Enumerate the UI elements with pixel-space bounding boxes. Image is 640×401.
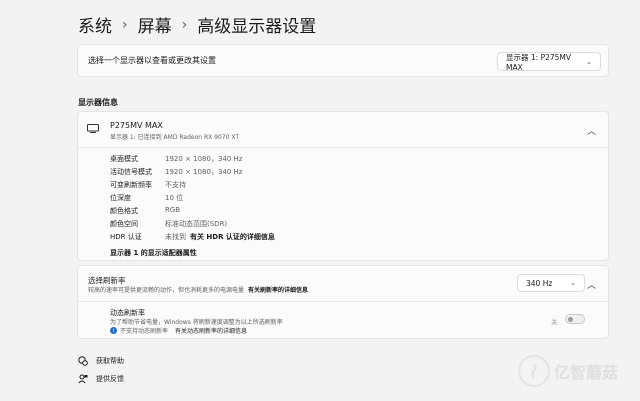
info-key: 桌面模式 <box>110 155 138 163</box>
info-key: 位深度 <box>110 194 131 202</box>
refresh-rate-header: 选择刷新率 较高的速率可提供更流畅的动作，但也消耗更多的电源电量 有关刷新率的详… <box>78 266 608 302</box>
toggle-knob <box>568 317 573 322</box>
give-feedback-link[interactable]: 提供反馈 <box>78 374 124 384</box>
display-select-dropdown[interactable]: 显示器 1: P275MV MAX ⌄ <box>497 52 601 72</box>
info-row-color-format: 颜色格式 RGB <box>110 206 180 216</box>
breadcrumb: 系统 › 屏幕 › 高级显示器设置 <box>78 12 317 38</box>
refresh-rate-dropdown[interactable]: 340 Hz ⌄ <box>517 274 585 292</box>
info-key: 可变刷新频率 <box>110 181 152 189</box>
info-value: RGB <box>165 206 181 214</box>
dynamic-refresh-warning-text: 不支持动态刷新率 <box>120 328 169 335</box>
dynamic-refresh-description: 为了帮助节省电量，Windows 将刷新速度调整为以上所选刷新率 <box>110 319 283 326</box>
info-row-variable-refresh: 可变刷新频率 不支持 <box>110 180 186 190</box>
display-info-header[interactable]: P275MV MAX 显示器 1: 已连接到 AMD Radeon RX 907… <box>78 112 608 148</box>
info-icon: i <box>110 327 117 334</box>
info-row-color-space: 颜色空间 标准动态范围(SDR) <box>110 219 227 229</box>
display-select-label: 选择一个显示器以查看或更改其设置 <box>88 56 216 65</box>
info-key: 颜色格式 <box>110 207 138 215</box>
watermark-logo-icon <box>518 355 550 387</box>
chevron-up-icon[interactable]: ︿ <box>587 278 596 291</box>
display-name: P275MV MAX <box>110 121 163 130</box>
section-title: 显示器信息 <box>78 98 118 107</box>
watermark-text: 亿智蘑菇 <box>554 363 619 382</box>
info-row-desktop-mode: 桌面模式 1920 × 1080，340 Hz <box>110 154 242 164</box>
chevron-down-icon: ⌄ <box>570 279 576 287</box>
feedback-icon <box>78 374 88 384</box>
info-row-bit-depth: 位深度 10 位 <box>110 193 183 203</box>
info-value: 1920 × 1080，340 Hz <box>165 168 243 176</box>
display-select-value: 显示器 1: P275MV MAX <box>506 52 572 72</box>
display-select-card: 选择一个显示器以查看或更改其设置 显示器 1: P275MV MAX ⌄ <box>77 44 609 77</box>
info-key: 活动信号模式 <box>110 168 152 176</box>
toggle-state-label: 关 <box>551 318 558 326</box>
give-feedback-label: 提供反馈 <box>96 375 124 383</box>
refresh-rate-details-link[interactable]: 有关刷新率的详细信息 <box>248 285 308 294</box>
hdr-details-link[interactable]: 有关 HDR 认证的详细信息 <box>190 232 275 242</box>
breadcrumb-separator: › <box>122 16 128 33</box>
get-help-link[interactable]: 获取帮助 <box>78 356 124 366</box>
info-key: 颜色空间 <box>110 220 138 228</box>
breadcrumb-separator: › <box>181 16 188 33</box>
monitor-icon <box>87 124 99 133</box>
refresh-rate-value: 340 Hz <box>526 278 553 288</box>
display-info-card: P275MV MAX 显示器 1: 已连接到 AMD Radeon RX 907… <box>77 111 609 261</box>
chevron-down-icon: ⌄ <box>586 57 592 66</box>
display-subtitle: 显示器 1: 已连接到 AMD Radeon RX 9070 XT <box>110 134 239 141</box>
info-row-hdr: HDR 认证 未找到 有关 HDR 认证的详细信息 <box>110 232 275 242</box>
get-help-label: 获取帮助 <box>96 357 124 365</box>
dynamic-refresh-warning: i 不支持动态刷新率 有关动态刷新率的详细信息 <box>110 326 247 335</box>
chevron-up-icon[interactable]: ︿ <box>587 124 596 137</box>
refresh-rate-desc-text: 较高的速率可提供更流畅的动作，但也消耗更多的电源电量 <box>88 287 245 294</box>
info-value: 不支持 <box>165 181 186 189</box>
refresh-rate-description: 较高的速率可提供更流畅的动作，但也消耗更多的电源电量 有关刷新率的详细信息 <box>88 285 308 294</box>
breadcrumb-system[interactable]: 系统 <box>78 12 112 37</box>
watermark: 亿智蘑菇 <box>518 355 618 387</box>
adapter-properties-link[interactable]: 显示器 1 的显示适配器属性 <box>110 248 197 258</box>
dynamic-refresh-toggle[interactable] <box>565 314 585 324</box>
refresh-rate-card: 选择刷新率 较高的速率可提供更流畅的动作，但也消耗更多的电源电量 有关刷新率的详… <box>77 265 609 339</box>
page-title: 高级显示器设置 <box>197 17 317 37</box>
help-icon <box>78 356 88 366</box>
breadcrumb-display[interactable]: 屏幕 <box>138 12 172 37</box>
info-value: 标准动态范围(SDR) <box>165 220 228 228</box>
info-value: 1920 × 1080，340 Hz <box>165 155 243 163</box>
info-row-active-signal: 活动信号模式 1920 × 1080，340 Hz <box>110 167 242 177</box>
info-value: 10 位 <box>165 194 184 202</box>
info-key: HDR 认证 <box>110 233 142 241</box>
info-value: 未找到 <box>165 233 186 241</box>
dynamic-refresh-details-link[interactable]: 有关动态刷新率的详细信息 <box>175 326 247 335</box>
